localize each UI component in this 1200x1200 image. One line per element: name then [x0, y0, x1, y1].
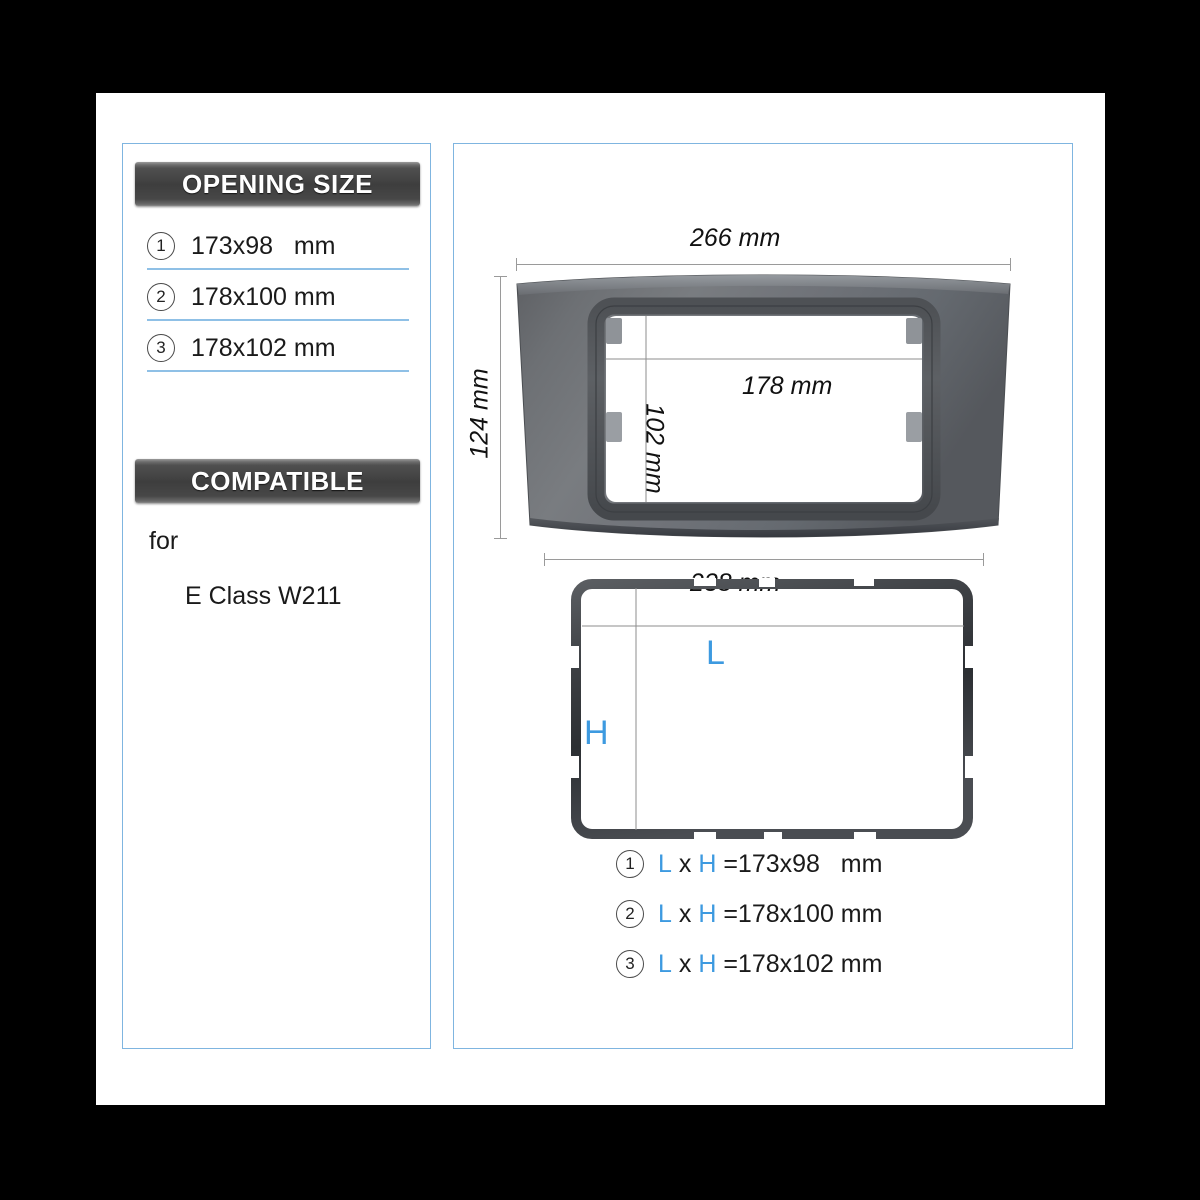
legend-multiply-symbol-3: x — [671, 949, 699, 978]
dimension-label-opening-width: 178 mm — [742, 372, 833, 400]
legend-row: 1 L x H =173x98 mm — [616, 844, 882, 884]
product-info-sheet: OPENING SIZE 1 173x98 mm 2 178x100 mm 3 … — [96, 93, 1105, 1105]
compatible-banner-label: COMPATIBLE — [190, 465, 365, 496]
fascia-tab-mid-right — [906, 412, 922, 442]
legend-height-symbol-3: H — [698, 949, 717, 978]
specs-panel: OPENING SIZE 1 173x98 mm 2 178x100 mm 3 … — [122, 143, 431, 1049]
product-diagram-panel: 266 mm 124 mm 178 mm 102 mm 238 mm L H 1… — [453, 143, 1073, 1049]
legend-value-1: =173x98 mm — [716, 849, 883, 878]
compatible-banner: COMPATIBLE — [135, 459, 420, 503]
opening-size-row: 1 173x98 mm — [147, 224, 409, 270]
legend-height-symbol-2: H — [698, 899, 717, 928]
bezel-notch-bottom-right — [854, 832, 876, 841]
bezel-frame-ring — [571, 579, 973, 839]
legend-multiply-symbol-2: x — [671, 899, 699, 928]
compatible-for-label: for — [149, 527, 179, 555]
legend-row: 2 L x H =178x100 mm — [616, 894, 882, 934]
fascia-tab-mid-left — [606, 412, 622, 442]
index-badge-3: 3 — [147, 334, 175, 362]
legend-length-symbol-3: L — [658, 949, 672, 978]
legend-length-symbol-1: L — [658, 849, 672, 878]
index-badge-1: 1 — [147, 232, 175, 260]
compatible-model-label: E Class W211 — [185, 582, 342, 610]
legend-index-badge-3: 3 — [616, 950, 644, 978]
bezel-notch-right-lower — [965, 756, 974, 778]
bezel-notch-left-lower — [570, 756, 579, 778]
index-badge-2: 2 — [147, 283, 175, 311]
opening-size-row: 2 178x100 mm — [147, 275, 409, 321]
dimension-tick — [983, 553, 984, 566]
dimension-label-opening-height: 102 mm — [640, 403, 669, 494]
opening-size-banner-label: OPENING SIZE — [182, 168, 373, 199]
bezel-height-label: H — [584, 714, 609, 752]
legend-index-badge-1: 1 — [616, 850, 644, 878]
bezel-frame-illustration — [570, 578, 974, 841]
opening-size-banner: OPENING SIZE — [135, 162, 420, 206]
legend-length-symbol-2: L — [658, 899, 672, 928]
bezel-length-label: L — [706, 634, 725, 672]
bezel-notch-right-upper — [965, 646, 974, 668]
bezel-notch-top-left — [694, 578, 716, 586]
legend-value-2: =178x100 mm — [716, 899, 883, 928]
legend-value-3: =178x102 mm — [716, 949, 883, 978]
legend-index-badge-2: 2 — [616, 900, 644, 928]
opening-size-value-2: 178x100 mm — [191, 282, 336, 311]
bezel-notch-bottom-left — [694, 832, 716, 841]
dimension-tick — [544, 553, 545, 566]
bezel-notch-top-mid — [759, 578, 775, 587]
dimension-line-bottom-width — [544, 559, 984, 560]
bezel-notch-bottom-mid — [764, 832, 782, 841]
legend-multiply-symbol-1: x — [671, 849, 699, 878]
bezel-notch-top-right — [854, 578, 874, 586]
legend-height-symbol-1: H — [698, 849, 717, 878]
opening-size-value-1: 173x98 mm — [191, 231, 336, 260]
bezel-notch-left-upper — [570, 646, 579, 668]
fascia-tab-top-right — [906, 318, 922, 344]
opening-size-value-3: 178x102 mm — [191, 333, 336, 362]
legend-row: 3 L x H =178x102 mm — [616, 944, 882, 984]
opening-size-row: 3 178x102 mm — [147, 326, 409, 372]
bezel-frame-view: L H — [454, 574, 1074, 844]
screenshot-root: OPENING SIZE 1 173x98 mm 2 178x100 mm 3 … — [0, 0, 1200, 1200]
fascia-tab-top-left — [606, 318, 622, 344]
